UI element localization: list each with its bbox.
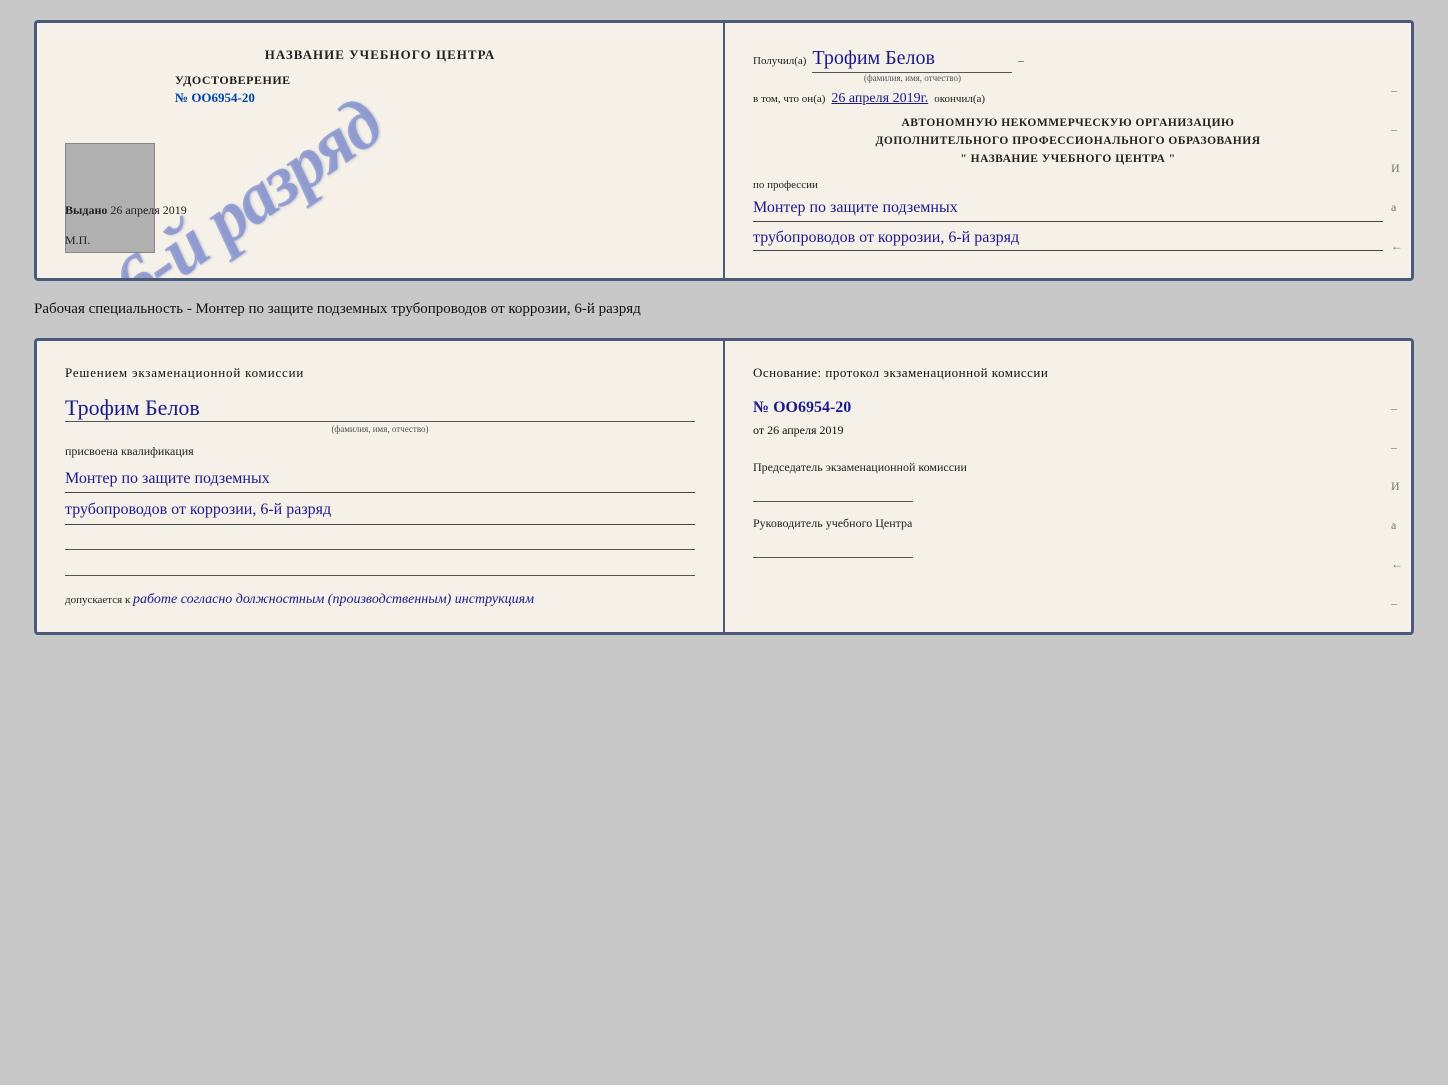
doc2-left-panel: Решением экзаменационной комиссии Трофим…	[37, 341, 725, 631]
blank-line-2	[65, 554, 695, 576]
ot-date: 26 апреля 2019	[767, 423, 843, 437]
dopuskaetsya-value: работе согласно должностным (производств…	[133, 592, 534, 607]
specialty-text: Рабочая специальность - Монтер по защите…	[34, 297, 1414, 322]
recipient-name: Трофим Белов	[812, 47, 1012, 73]
predsedatel-block: Председатель экзаменационной комиссии	[753, 458, 1383, 502]
doc1-right-panel: – – И а ← – – – Получил(а) Трофим Белов …	[725, 23, 1411, 278]
protocol-date-block: от 26 апреля 2019	[753, 423, 1383, 438]
predsedatel-title: Председатель экзаменационной комиссии	[753, 460, 967, 474]
vtom-label: в том, что он(а)	[753, 93, 825, 105]
doc2-fio-subtitle: (фамилия, имя, отчество)	[65, 424, 695, 434]
org-line2: ДОПОЛНИТЕЛЬНОГО ПРОФЕССИОНАЛЬНОГО ОБРАЗО…	[753, 135, 1383, 147]
vydano-date: 26 апреля 2019	[110, 203, 186, 217]
profession-line1: Монтер по защите подземных	[753, 195, 1383, 222]
okonchil-label: окончил(а)	[934, 93, 985, 105]
fio-subtitle-doc1: (фамилия, имя, отчество)	[812, 73, 1012, 83]
blank-line-1	[65, 528, 695, 550]
osnovanie-title: Основание: протокол экзаменационной коми…	[753, 365, 1383, 381]
qualification-line1: Монтер по защите подземных	[65, 465, 695, 493]
dash1-doc1: –	[1018, 55, 1024, 67]
udostoverenie-title: УДОСТОВЕРЕНИЕ	[175, 73, 695, 88]
rukovoditel-block: Руководитель учебного Центра	[753, 514, 1383, 558]
vydano-block: Выдано 26 апреля 2019	[65, 203, 187, 218]
doc2-right-side-decorations: – – И а ← – – –	[1391, 401, 1403, 634]
udostoverenie-number: № OO6954-20	[175, 90, 695, 106]
doc1-left-header: НАЗВАНИЕ УЧЕБНОГО ЦЕНТРА	[65, 47, 695, 63]
mp-label: М.П.	[65, 233, 90, 248]
completion-date: 26 апреля 2019г.	[831, 91, 928, 107]
po-professii-label: по профессии	[753, 179, 1383, 191]
rukovoditel-signature-line	[753, 538, 913, 558]
poluchil-label: Получил(а)	[753, 55, 806, 67]
org-line1: АВТОНОМНУЮ НЕКОММЕРЧЕСКУЮ ОРГАНИЗАЦИЮ	[753, 117, 1383, 129]
predsedatel-signature-line	[753, 482, 913, 502]
udostoverenie-block: УДОСТОВЕРЕНИЕ № OO6954-20	[175, 73, 695, 106]
ot-label: от	[753, 423, 764, 437]
org-block: АВТОНОМНУЮ НЕКОММЕРЧЕСКУЮ ОРГАНИЗАЦИЮ ДО…	[753, 117, 1383, 165]
doc1-left-panel: НАЗВАНИЕ УЧЕБНОГО ЦЕНТРА 6-й разряд УДОС…	[37, 23, 725, 278]
qualification-line2: трубопроводов от коррозии, 6-й разряд	[65, 496, 695, 524]
dopuskaetsya-block: допускается к работе согласно должностны…	[65, 592, 695, 608]
vydano-label: Выдано	[65, 203, 107, 217]
rukovoditel-title: Руководитель учебного Центра	[753, 516, 912, 530]
certificate-document-1: НАЗВАНИЕ УЧЕБНОГО ЦЕНТРА 6-й разряд УДОС…	[34, 20, 1414, 281]
dopuskaetsya-label: допускается к	[65, 594, 130, 606]
doc2-fio-name: Трофим Белов	[65, 395, 695, 422]
prisvoena-label: присвоена квалификация	[65, 444, 695, 459]
komissia-title: Решением экзаменационной комиссии	[65, 365, 695, 381]
org-line3: " НАЗВАНИЕ УЧЕБНОГО ЦЕНТРА "	[753, 153, 1383, 165]
doc2-right-panel: – – И а ← – – – Основание: протокол экза…	[725, 341, 1411, 631]
certificate-document-2: Решением экзаменационной комиссии Трофим…	[34, 338, 1414, 634]
protocol-number: № OO6954-20	[753, 399, 1383, 417]
vtom-line: в том, что он(а) 26 апреля 2019г. окончи…	[753, 91, 1383, 107]
poluchil-line: Получил(а) Трофим Белов (фамилия, имя, о…	[753, 47, 1383, 83]
profession-line2: трубопроводов от коррозии, 6-й разряд	[753, 225, 1383, 252]
right-side-decorations: – – И а ← – – –	[1391, 83, 1403, 281]
